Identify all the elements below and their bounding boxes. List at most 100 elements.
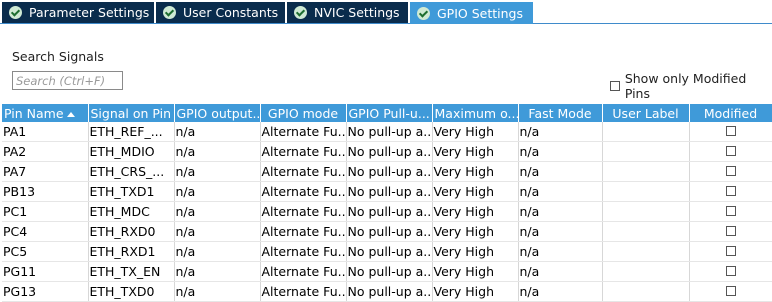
signal-cell: ETH_MDC bbox=[88, 201, 175, 222]
modified-checkbox[interactable] bbox=[725, 146, 736, 156]
modified-cell bbox=[689, 122, 772, 142]
check-circle-icon bbox=[163, 6, 176, 19]
gpio-output-cell: n/a bbox=[174, 141, 261, 162]
table-row[interactable]: PA7 ETH_CRS_... n/a Alternate Fu... No p… bbox=[2, 161, 772, 182]
signal-cell: ETH_RXD0 bbox=[88, 221, 175, 242]
gpio-pull-cell: No pull-up a... bbox=[346, 161, 433, 182]
modified-cell bbox=[689, 181, 772, 202]
column-header-fast-mode[interactable]: Fast Mode bbox=[518, 104, 603, 122]
user-label-cell[interactable] bbox=[602, 181, 690, 202]
gpio-mode-cell: Alternate Fu... bbox=[260, 181, 347, 202]
max-output-cell: Very High bbox=[432, 201, 519, 222]
fast-mode-cell: n/a bbox=[518, 221, 603, 242]
table-row[interactable]: PA2 ETH_MDIO n/a Alternate Fu... No pull… bbox=[2, 141, 772, 162]
table-row[interactable]: PC5 ETH_RXD1 n/a Alternate Fu... No pull… bbox=[2, 241, 772, 262]
tab-user-constants[interactable]: User Constants bbox=[156, 2, 285, 23]
tab-gpio-settings[interactable]: GPIO Settings bbox=[410, 2, 533, 24]
column-header-modified[interactable]: Modified bbox=[689, 104, 772, 122]
fast-mode-cell: n/a bbox=[518, 261, 603, 282]
column-header-signal[interactable]: Signal on Pin bbox=[88, 104, 175, 122]
column-header-pin-name[interactable]: Pin Name bbox=[2, 104, 89, 122]
fast-mode-cell: n/a bbox=[518, 281, 603, 302]
gpio-output-cell: n/a bbox=[174, 261, 261, 282]
pin-name-cell: PG13 bbox=[2, 281, 89, 302]
user-label-cell[interactable] bbox=[602, 281, 690, 302]
table-header-row: Pin Name Signal on Pin GPIO output... GP… bbox=[2, 104, 772, 122]
sort-ascending-icon bbox=[66, 111, 75, 117]
user-label-cell[interactable] bbox=[602, 201, 690, 222]
signal-cell: ETH_TXD1 bbox=[88, 181, 175, 202]
search-signals-label: Search Signals bbox=[12, 49, 104, 64]
gpio-table: Pin Name Signal on Pin GPIO output... GP… bbox=[2, 104, 772, 302]
modified-cell bbox=[689, 141, 772, 162]
table-row[interactable]: PC1 ETH_MDC n/a Alternate Fu... No pull-… bbox=[2, 201, 772, 222]
modified-checkbox[interactable] bbox=[725, 186, 736, 196]
tab-label: GPIO Settings bbox=[437, 5, 523, 21]
gpio-pull-cell: No pull-up a... bbox=[346, 122, 433, 142]
pin-name-cell: PC1 bbox=[2, 201, 89, 222]
tab-label: NVIC Settings bbox=[314, 5, 400, 20]
modified-checkbox[interactable] bbox=[725, 266, 736, 276]
column-header-gpio-mode[interactable]: GPIO mode bbox=[260, 104, 347, 122]
max-output-cell: Very High bbox=[432, 241, 519, 262]
modified-cell bbox=[689, 221, 772, 242]
table-row[interactable]: PC4 ETH_RXD0 n/a Alternate Fu... No pull… bbox=[2, 221, 772, 242]
check-circle-icon bbox=[417, 6, 430, 20]
gpio-output-cell: n/a bbox=[174, 161, 261, 182]
modified-checkbox[interactable] bbox=[725, 246, 736, 256]
max-output-cell: Very High bbox=[432, 261, 519, 282]
gpio-pull-cell: No pull-up a... bbox=[346, 181, 433, 202]
modified-checkbox[interactable] bbox=[725, 166, 736, 176]
fast-mode-cell: n/a bbox=[518, 161, 603, 182]
user-label-cell[interactable] bbox=[602, 261, 690, 282]
gpio-pull-cell: No pull-up a... bbox=[346, 201, 433, 222]
gpio-output-cell: n/a bbox=[174, 122, 261, 142]
tab-nvic-settings[interactable]: NVIC Settings bbox=[287, 2, 408, 23]
user-label-cell[interactable] bbox=[602, 161, 690, 182]
signal-cell: ETH_MDIO bbox=[88, 141, 175, 162]
fast-mode-cell: n/a bbox=[518, 201, 603, 222]
gpio-mode-cell: Alternate Fu... bbox=[260, 221, 347, 242]
modified-checkbox[interactable] bbox=[725, 226, 736, 236]
show-modified-checkbox[interactable] bbox=[610, 81, 620, 91]
modified-checkbox[interactable] bbox=[725, 206, 736, 216]
modified-checkbox[interactable] bbox=[725, 286, 736, 296]
show-modified-label: Show only Modified Pins bbox=[624, 71, 747, 101]
tab-bar: Parameter Settings User Constants NVIC S… bbox=[0, 0, 772, 24]
column-header-gpio-pull[interactable]: GPIO Pull-u... bbox=[346, 104, 433, 122]
gpio-pull-cell: No pull-up a... bbox=[346, 261, 433, 282]
table-row[interactable]: PB13 ETH_TXD1 n/a Alternate Fu... No pul… bbox=[2, 181, 772, 202]
search-input[interactable] bbox=[12, 71, 123, 90]
max-output-cell: Very High bbox=[432, 181, 519, 202]
pin-name-cell: PG11 bbox=[2, 261, 89, 282]
user-label-cell[interactable] bbox=[602, 221, 690, 242]
modified-cell bbox=[689, 261, 772, 282]
table-row[interactable]: PA1 ETH_REF_... n/a Alternate Fu... No p… bbox=[2, 122, 772, 142]
gpio-mode-cell: Alternate Fu... bbox=[260, 241, 347, 262]
pin-name-cell: PC4 bbox=[2, 221, 89, 242]
modified-cell bbox=[689, 241, 772, 262]
fast-mode-cell: n/a bbox=[518, 141, 603, 162]
modified-checkbox[interactable] bbox=[725, 126, 736, 136]
tab-parameter-settings[interactable]: Parameter Settings bbox=[2, 2, 154, 23]
gpio-output-cell: n/a bbox=[174, 201, 261, 222]
user-label-cell[interactable] bbox=[602, 241, 690, 262]
max-output-cell: Very High bbox=[432, 281, 519, 302]
column-header-user-label[interactable]: User Label bbox=[602, 104, 690, 122]
gpio-mode-cell: Alternate Fu... bbox=[260, 201, 347, 222]
column-header-gpio-output[interactable]: GPIO output... bbox=[174, 104, 261, 122]
column-header-maximum-output[interactable]: Maximum o... bbox=[432, 104, 519, 122]
user-label-cell[interactable] bbox=[602, 122, 690, 142]
table-row[interactable]: PG11 ETH_TX_EN n/a Alternate Fu... No pu… bbox=[2, 261, 772, 282]
table-row[interactable]: PG13 ETH_TXD0 n/a Alternate Fu... No pul… bbox=[2, 281, 772, 302]
max-output-cell: Very High bbox=[432, 221, 519, 242]
pin-name-cell: PB13 bbox=[2, 181, 89, 202]
user-label-cell[interactable] bbox=[602, 141, 690, 162]
modified-cell bbox=[689, 161, 772, 182]
signal-cell: ETH_CRS_... bbox=[88, 161, 175, 182]
gpio-output-cell: n/a bbox=[174, 221, 261, 242]
signal-cell: ETH_TXD0 bbox=[88, 281, 175, 302]
fast-mode-cell: n/a bbox=[518, 122, 603, 142]
show-modified-pins-toggle[interactable]: Show only Modified Pins bbox=[610, 71, 772, 101]
tab-label: Parameter Settings bbox=[29, 5, 150, 20]
